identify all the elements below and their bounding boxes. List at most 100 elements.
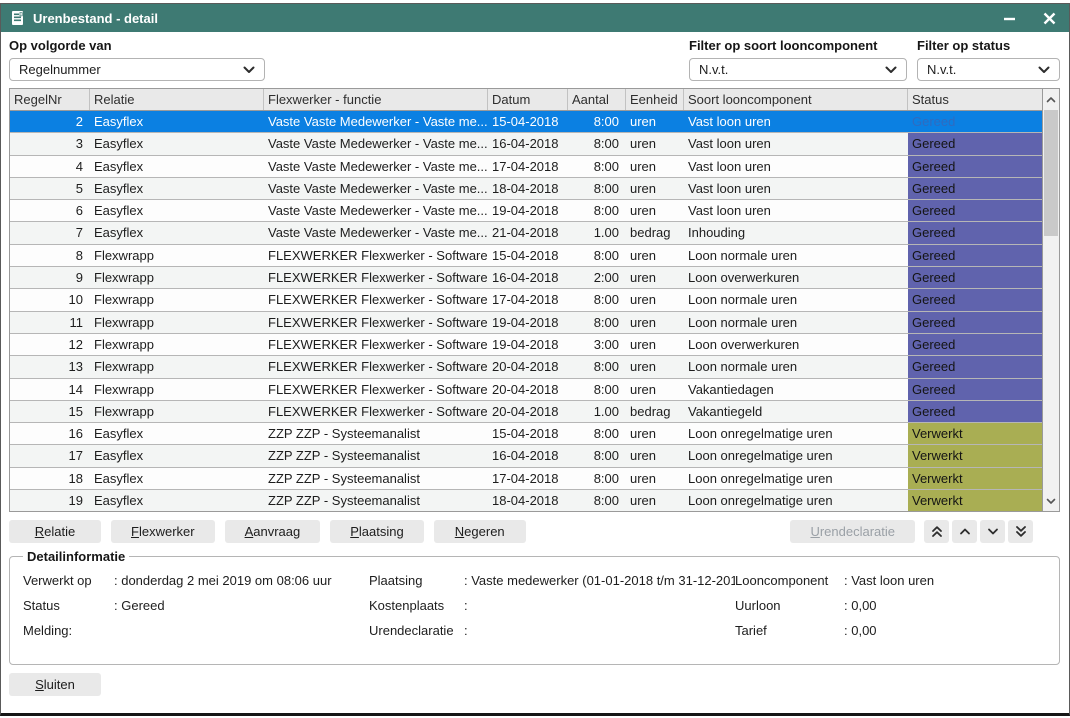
- cell-flexwerker: ZZP ZZP - Systeemanalist: [264, 423, 488, 444]
- cell-datum: 19-04-2018: [488, 200, 568, 221]
- status-badge: Verwerkt: [908, 423, 1042, 444]
- cell-eenheid: uren: [626, 178, 684, 199]
- filter-looncomponent-select[interactable]: N.v.t.: [689, 58, 907, 81]
- table-row[interactable]: 9FlexwrappFLEXWERKER Flexwerker - Softwa…: [10, 267, 1042, 289]
- cell-relatie: Flexwrapp: [90, 245, 264, 266]
- cell-component: Vast loon uren: [684, 133, 908, 154]
- cell-flexwerker: FLEXWERKER Flexwerker - Software ...: [264, 356, 488, 377]
- cell-component: Loon normale uren: [684, 289, 908, 310]
- plaatsing-button[interactable]: Plaatsing: [330, 520, 423, 543]
- cell-flexwerker: FLEXWERKER Flexwerker - Software ...: [264, 245, 488, 266]
- table-row[interactable]: 13FlexwrappFLEXWERKER Flexwerker - Softw…: [10, 356, 1042, 378]
- table-row[interactable]: 10FlexwrappFLEXWERKER Flexwerker - Softw…: [10, 289, 1042, 311]
- cell-datum: 17-04-2018: [488, 468, 568, 489]
- cell-nr: 12: [10, 334, 90, 355]
- cell-flexwerker: FLEXWERKER Flexwerker - Software ...: [264, 289, 488, 310]
- cell-aantal: 8:00: [568, 468, 626, 489]
- relatie-button[interactable]: Relatie: [9, 520, 101, 543]
- tarief-label: Tarief: [735, 623, 844, 638]
- cell-flexwerker: FLEXWERKER Flexwerker - Software ...: [264, 334, 488, 355]
- cell-aantal: 8:00: [568, 245, 626, 266]
- cell-datum: 19-04-2018: [488, 334, 568, 355]
- cell-component: Loon onregelmatige uren: [684, 445, 908, 466]
- vertical-scrollbar[interactable]: [1042, 89, 1059, 511]
- cell-datum: 15-04-2018: [488, 111, 568, 132]
- flexwerker-button[interactable]: Flexwerker: [111, 520, 215, 543]
- cell-nr: 18: [10, 468, 90, 489]
- status-badge: Gereed: [908, 222, 1042, 243]
- cell-nr: 2: [10, 111, 90, 132]
- scroll-down-icon[interactable]: [1043, 491, 1059, 511]
- cell-nr: 15: [10, 401, 90, 422]
- sort-order-select[interactable]: Regelnummer: [9, 58, 265, 81]
- cell-flexwerker: FLEXWERKER Flexwerker - Software ...: [264, 401, 488, 422]
- cell-component: Vast loon uren: [684, 178, 908, 199]
- status-badge: Verwerkt: [908, 490, 1042, 511]
- cell-eenheid: uren: [626, 445, 684, 466]
- table-row[interactable]: 14FlexwrappFLEXWERKER Flexwerker - Softw…: [10, 379, 1042, 401]
- table-row[interactable]: 6EasyflexVaste Vaste Medewerker - Vaste …: [10, 200, 1042, 222]
- cell-aantal: 8:00: [568, 356, 626, 377]
- status-value: : Gereed: [114, 598, 369, 613]
- cell-datum: 19-04-2018: [488, 312, 568, 333]
- table-row[interactable]: 7EasyflexVaste Vaste Medewerker - Vaste …: [10, 222, 1042, 244]
- next-record-button[interactable]: [980, 520, 1005, 543]
- table-row[interactable]: 2EasyflexVaste Vaste Medewerker - Vaste …: [10, 111, 1042, 133]
- negeren-button[interactable]: Negeren: [434, 520, 526, 543]
- scroll-up-icon[interactable]: [1043, 89, 1059, 109]
- table-row[interactable]: 19EasyflexZZP ZZP - Systeemanalist18-04-…: [10, 490, 1042, 511]
- filter-status-select[interactable]: N.v.t.: [917, 58, 1060, 81]
- cell-relatie: Flexwrapp: [90, 334, 264, 355]
- table-body: 2EasyflexVaste Vaste Medewerker - Vaste …: [10, 111, 1042, 511]
- table-row[interactable]: 15FlexwrappFLEXWERKER Flexwerker - Softw…: [10, 401, 1042, 423]
- sort-order-value: Regelnummer: [19, 62, 101, 77]
- column-header-flexwerker: Flexwerker - functie: [264, 89, 488, 110]
- sluiten-button[interactable]: Sluiten: [9, 673, 101, 696]
- uren-table: RegelNr Relatie Flexwerker - functie Dat…: [9, 88, 1060, 512]
- table-row[interactable]: 11FlexwrappFLEXWERKER Flexwerker - Softw…: [10, 312, 1042, 334]
- first-record-button[interactable]: [924, 520, 949, 543]
- double-chevron-up-icon: [931, 525, 943, 538]
- cell-flexwerker: ZZP ZZP - Systeemanalist: [264, 445, 488, 466]
- cell-eenheid: bedrag: [626, 222, 684, 243]
- cell-eenheid: uren: [626, 334, 684, 355]
- urendeclaratie-button[interactable]: Urendeclaratie: [790, 520, 915, 543]
- cell-datum: 16-04-2018: [488, 267, 568, 288]
- scrollbar-thumb[interactable]: [1044, 110, 1058, 236]
- cell-relatie: Flexwrapp: [90, 289, 264, 310]
- kostenplaats-value: :: [464, 598, 735, 613]
- status-label: Status: [23, 598, 114, 613]
- column-header-looncomponent: Soort looncomponent: [684, 89, 908, 110]
- cell-aantal: 8:00: [568, 111, 626, 132]
- cell-aantal: 1.00: [568, 401, 626, 422]
- cell-component: Vast loon uren: [684, 156, 908, 177]
- cell-datum: 18-04-2018: [488, 178, 568, 199]
- status-badge: Gereed: [908, 312, 1042, 333]
- cell-datum: 17-04-2018: [488, 156, 568, 177]
- minimize-button[interactable]: [1001, 10, 1017, 26]
- table-row[interactable]: 18EasyflexZZP ZZP - Systeemanalist17-04-…: [10, 468, 1042, 490]
- status-badge: Gereed: [908, 245, 1042, 266]
- column-header-datum: Datum: [488, 89, 568, 110]
- cell-component: Loon overwerkuren: [684, 267, 908, 288]
- aanvraag-button[interactable]: Aanvraag: [225, 520, 321, 543]
- table-row[interactable]: 3EasyflexVaste Vaste Medewerker - Vaste …: [10, 133, 1042, 155]
- table-row[interactable]: 5EasyflexVaste Vaste Medewerker - Vaste …: [10, 178, 1042, 200]
- table-row[interactable]: 4EasyflexVaste Vaste Medewerker - Vaste …: [10, 156, 1042, 178]
- tarief-value: : 0,00: [844, 623, 1049, 638]
- cell-eenheid: uren: [626, 245, 684, 266]
- table-row[interactable]: 12FlexwrappFLEXWERKER Flexwerker - Softw…: [10, 334, 1042, 356]
- previous-record-button[interactable]: [952, 520, 977, 543]
- sort-order-label: Op volgorde van: [9, 38, 265, 53]
- table-row[interactable]: 16EasyflexZZP ZZP - Systeemanalist15-04-…: [10, 423, 1042, 445]
- cell-component: Vakantiedagen: [684, 379, 908, 400]
- close-icon[interactable]: [1041, 10, 1057, 26]
- uurloon-value: : 0,00: [844, 598, 1049, 613]
- last-record-button[interactable]: [1008, 520, 1033, 543]
- cell-component: Loon onregelmatige uren: [684, 490, 908, 511]
- table-row[interactable]: 17EasyflexZZP ZZP - Systeemanalist16-04-…: [10, 445, 1042, 467]
- table-row[interactable]: 8FlexwrappFLEXWERKER Flexwerker - Softwa…: [10, 245, 1042, 267]
- cell-datum: 15-04-2018: [488, 245, 568, 266]
- cell-component: Vast loon uren: [684, 111, 908, 132]
- cell-eenheid: uren: [626, 490, 684, 511]
